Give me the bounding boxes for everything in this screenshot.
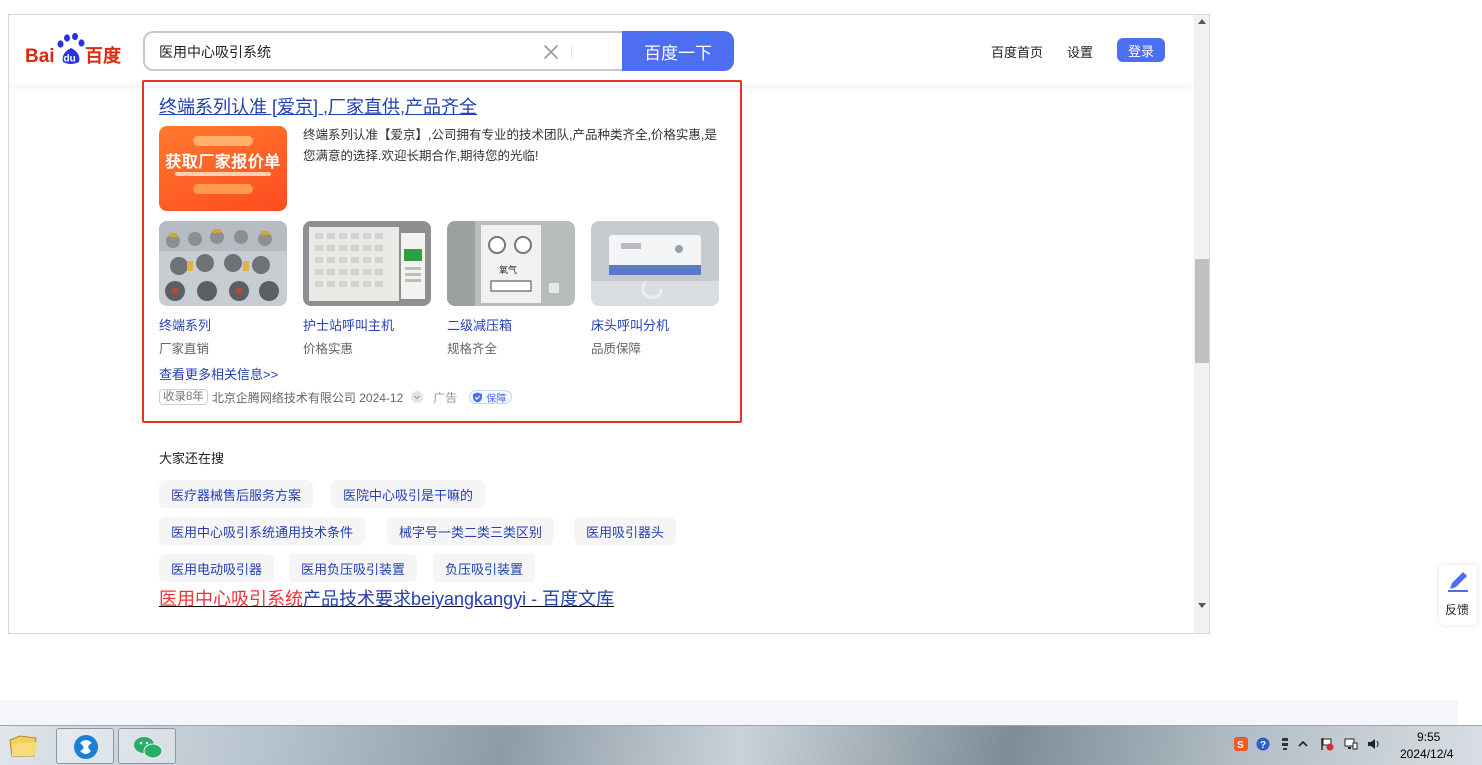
product-title[interactable]: 床头呼叫分机 bbox=[591, 315, 669, 334]
product-card[interactable]: 终端系列 厂家直销 bbox=[159, 221, 287, 356]
chevron-down-icon[interactable] bbox=[411, 391, 424, 403]
search-header: Bai du 百度 医用中心吸引系统 百度一下 百度首页 设置 登录 bbox=[9, 15, 1194, 85]
logo-cn-text: 百度 bbox=[85, 45, 122, 67]
wechat-icon bbox=[134, 737, 163, 759]
product-title[interactable]: 二级减压箱 bbox=[447, 315, 512, 334]
product-subtitle: 价格实惠 bbox=[303, 342, 354, 356]
ad-label: 广告 bbox=[433, 390, 458, 405]
product-image-terminals[interactable] bbox=[159, 221, 287, 306]
network-icon[interactable] bbox=[1344, 737, 1358, 751]
product-subtitle: 品质保障 bbox=[591, 342, 642, 356]
ad-source-company: 北京企腾网络技术有限公司 2024-12 bbox=[211, 390, 404, 405]
logo-du-text: du bbox=[64, 54, 76, 65]
results-area: 终端系列认准 [爱京] ,厂家直供,产品齐全 获取厂家报价单 终端系列认准【爱京… bbox=[9, 80, 1194, 633]
product-subtitle: 规格齐全 bbox=[447, 342, 498, 356]
feedback-label: 反馈 bbox=[1445, 603, 1470, 617]
product-subtitle: 厂家直销 bbox=[159, 342, 210, 356]
banner-headline: 获取厂家报价单 bbox=[165, 154, 281, 171]
start-button[interactable] bbox=[0, 728, 52, 764]
scrollbar-thumb[interactable] bbox=[1195, 259, 1209, 363]
sogou-browser-icon bbox=[74, 735, 98, 759]
ad-banner-image[interactable]: 获取厂家报价单 bbox=[159, 126, 287, 211]
clear-icon[interactable] bbox=[541, 42, 561, 62]
action-center-flag-icon[interactable] bbox=[1320, 737, 1334, 751]
feedback-button[interactable]: 反馈 bbox=[1439, 565, 1477, 625]
related-search-chip[interactable]: 医用电动吸引器 bbox=[159, 554, 275, 582]
banner-subline bbox=[175, 172, 271, 176]
shield-check-icon bbox=[473, 392, 483, 402]
folder-icon bbox=[9, 735, 38, 757]
volume-icon[interactable] bbox=[1366, 737, 1380, 751]
more-info-link[interactable]: 查看更多相关信息>> bbox=[159, 364, 278, 383]
related-search-chip[interactable]: 负压吸引装置 bbox=[433, 554, 536, 582]
result-title-link[interactable]: 医用中心吸引系统产品技术要求beiyangkangyi - 百度文库 bbox=[159, 585, 614, 611]
edit-pencil-icon bbox=[1448, 572, 1468, 592]
related-search-chip[interactable]: 医用吸引器头 bbox=[574, 517, 677, 545]
browser-viewport: Bai du 百度 医用中心吸引系统 百度一下 百度首页 设置 登录 终端系列认… bbox=[8, 14, 1210, 634]
related-search-chip[interactable]: 医用中心吸引系统通用技术条件 bbox=[159, 517, 366, 545]
sogou-ime-icon[interactable]: S bbox=[1234, 737, 1248, 751]
product-image-nurse-station[interactable] bbox=[303, 221, 431, 306]
ad-title-link[interactable]: 终端系列认准 [爱京] ,厂家直供,产品齐全 bbox=[159, 93, 477, 119]
product-card[interactable]: 护士站呼叫主机 价格实惠 bbox=[303, 221, 431, 356]
ad-source-row: 收录8年 北京企腾网络技术有限公司 2024-12 广告 保障 bbox=[159, 388, 513, 406]
svg-text:?: ? bbox=[1260, 740, 1266, 751]
clock-date[interactable]: 2024/12/4 bbox=[1400, 747, 1453, 761]
clock-time[interactable]: 9:55 bbox=[1417, 730, 1440, 744]
taskbar-sogou-browser[interactable] bbox=[56, 728, 114, 764]
indexed-years-badge: 收录8年 bbox=[159, 389, 208, 405]
vertical-scrollbar[interactable] bbox=[1194, 15, 1209, 633]
ime-options-icon[interactable] bbox=[1278, 737, 1292, 751]
product-title[interactable]: 护士站呼叫主机 bbox=[303, 315, 394, 334]
svg-text:S: S bbox=[1237, 740, 1244, 751]
login-button[interactable]: 登录 bbox=[1117, 38, 1165, 62]
taskbar-wechat[interactable] bbox=[118, 728, 176, 764]
product-image-bedside-unit[interactable] bbox=[591, 221, 719, 306]
nav-settings-link[interactable]: 设置 bbox=[1067, 42, 1093, 61]
scroll-up-arrow-icon[interactable] bbox=[1198, 19, 1206, 24]
svg-text:氧气: 氧气 bbox=[499, 264, 517, 276]
help-icon[interactable]: ? bbox=[1256, 737, 1270, 751]
show-hidden-icons-icon[interactable] bbox=[1296, 737, 1310, 751]
product-card[interactable]: 氧气 二级减压箱 规格齐全 bbox=[447, 221, 575, 356]
related-search-chip[interactable]: 医院中心吸引是干嘛的 bbox=[331, 480, 486, 508]
result-title-highlight: 医用中心吸引系统 bbox=[159, 589, 303, 609]
search-divider bbox=[571, 45, 572, 59]
search-input[interactable] bbox=[159, 42, 529, 62]
baidu-logo-icon: Bai du 百度 bbox=[25, 32, 122, 67]
nav-home-link[interactable]: 百度首页 bbox=[991, 42, 1043, 61]
search-box bbox=[143, 31, 623, 71]
scroll-down-arrow-icon[interactable] bbox=[1198, 603, 1206, 608]
guarantee-label: 保障 bbox=[486, 393, 507, 405]
search-button[interactable]: 百度一下 bbox=[622, 31, 734, 71]
product-image-pressure-box[interactable]: 氧气 bbox=[447, 221, 575, 306]
banner-cta bbox=[193, 184, 253, 194]
result-title-rest: 产品技术要求beiyangkangyi - 百度文库 bbox=[303, 589, 615, 609]
screen: Bai du 百度 医用中心吸引系统 百度一下 百度首页 设置 登录 终端系列认… bbox=[0, 0, 1482, 765]
page-background bbox=[0, 700, 1458, 725]
product-card[interactable]: 床头呼叫分机 品质保障 bbox=[591, 221, 719, 356]
related-search-chip[interactable]: 医用负压吸引装置 bbox=[289, 554, 418, 582]
related-search-chip[interactable]: 械字号一类二类三类区别 bbox=[387, 517, 555, 545]
windows-taskbar: S ? 9:55 2024/12/4 bbox=[0, 725, 1482, 765]
banner-pill bbox=[193, 136, 253, 146]
ad-description: 终端系列认准【爱京】,公司拥有专业的技术团队,产品种类齐全,价格实惠,是您满意的… bbox=[303, 128, 717, 163]
guarantee-badge[interactable]: 保障 bbox=[469, 390, 513, 405]
logo-bai-text: Bai bbox=[25, 46, 55, 67]
related-searches-title: 大家还在搜 bbox=[159, 451, 225, 466]
product-title[interactable]: 终端系列 bbox=[159, 315, 211, 334]
baidu-logo[interactable]: Bai du 百度 bbox=[25, 32, 129, 69]
related-search-chip[interactable]: 医疗器械售后服务方案 bbox=[159, 480, 314, 508]
